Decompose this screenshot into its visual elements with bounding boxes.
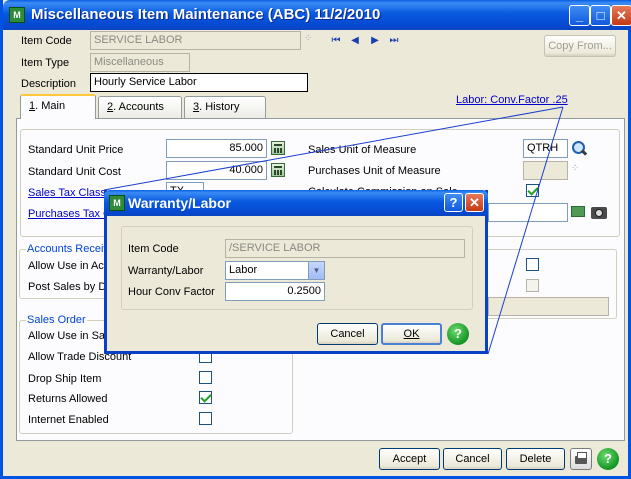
std-unit-cost-field[interactable]: 40.000 xyxy=(166,161,267,180)
tab-history-label: . History xyxy=(199,101,240,113)
option-field-disabled[interactable] xyxy=(488,297,609,316)
accept-label: Accept xyxy=(392,453,427,465)
accounts-receivable-title: Accounts Receiv xyxy=(26,243,110,255)
delete-label: Delete xyxy=(519,453,552,465)
accept-button[interactable]: Accept xyxy=(379,448,440,470)
sales-uom-field[interactable]: QTRH xyxy=(523,139,568,158)
returns-allowed-label: Returns Allowed xyxy=(28,393,108,405)
minimize-button[interactable]: _ xyxy=(569,5,590,26)
sparkle-icon: ⁘ xyxy=(304,33,313,44)
internet-enabled-label: Internet Enabled xyxy=(28,414,109,426)
allow-use-sales-label: Allow Use in Sale xyxy=(28,330,114,342)
close-button[interactable]: ✕ xyxy=(611,5,631,26)
dialog-ok-button[interactable]: OK xyxy=(381,323,442,345)
tab-main[interactable]: 1. Main xyxy=(20,94,96,119)
cancel-button[interactable]: Cancel xyxy=(443,448,502,470)
dialog-help-title-button[interactable]: ? xyxy=(444,193,463,212)
folder-icon[interactable] xyxy=(571,206,585,217)
dialog-title-bar[interactable]: M Warranty/Labor ? ✕ xyxy=(104,190,488,216)
std-unit-price-field[interactable]: 85.000 xyxy=(166,139,267,158)
dialog-help-button[interactable]: ? xyxy=(447,323,469,345)
item-code-field[interactable]: SERVICE LABOR xyxy=(90,31,301,50)
std-unit-cost-label: Standard Unit Cost xyxy=(28,166,121,178)
purchases-tax-class-link[interactable]: Purchases Tax C xyxy=(28,208,111,220)
returns-allowed-checkbox[interactable] xyxy=(199,391,212,404)
item-type-field[interactable]: Miscellaneous xyxy=(90,53,190,72)
drop-ship-label: Drop Ship Item xyxy=(28,373,102,385)
std-unit-price-label: Standard Unit Price xyxy=(28,144,124,156)
purchases-uom-field[interactable] xyxy=(523,161,568,180)
delete-button[interactable]: Delete xyxy=(506,448,565,470)
dialog-ok-label: OK xyxy=(403,328,420,340)
window-title: Miscellaneous Item Maintenance (ABC) 11/… xyxy=(31,6,381,23)
dialog-item-code-field[interactable]: /SERVICE LABOR xyxy=(225,239,465,258)
post-sales-label: Post Sales by Div xyxy=(28,281,115,293)
dialog-title: Warranty/Labor xyxy=(128,195,231,211)
calculator-icon[interactable] xyxy=(271,163,285,177)
internet-enabled-checkbox[interactable] xyxy=(199,412,212,425)
drop-ship-checkbox[interactable] xyxy=(199,371,212,384)
previous-record-icon[interactable]: ◀ xyxy=(348,35,362,47)
option-checkbox[interactable] xyxy=(526,258,539,271)
printer-icon[interactable] xyxy=(570,448,592,470)
first-record-icon[interactable]: ⏮ xyxy=(329,35,343,47)
last-record-icon[interactable]: ⏭ xyxy=(387,35,401,47)
copy-from-button[interactable]: Copy From... xyxy=(544,35,616,57)
extra-field[interactable] xyxy=(488,203,568,222)
app-icon: M xyxy=(9,7,25,23)
tab-accounts-label: . Accounts xyxy=(113,101,164,113)
lookup-icon[interactable] xyxy=(571,140,587,156)
description-field[interactable]: Hourly Service Labor xyxy=(90,73,308,92)
title-bar[interactable]: M Miscellaneous Item Maintenance (ABC) 1… xyxy=(3,0,631,30)
dialog-cancel-label: Cancel xyxy=(330,328,365,340)
sales-tax-class-link[interactable]: Sales Tax Class xyxy=(28,187,106,199)
sales-order-title: Sales Order xyxy=(26,314,87,326)
tab-main-label: . Main xyxy=(35,100,66,112)
item-type-label: Item Type xyxy=(21,57,70,69)
warranty-labor-select[interactable]: Labor ▼ xyxy=(225,261,325,280)
dialog-cancel-button[interactable]: Cancel xyxy=(317,323,378,345)
dialog-close-button[interactable]: ✕ xyxy=(465,193,484,212)
tab-accounts[interactable]: 2. Accounts xyxy=(98,96,182,118)
warranty-labor-dialog: M Warranty/Labor ? ✕ Item Code /SERVICE … xyxy=(104,190,488,354)
description-label: Description xyxy=(21,78,77,90)
chevron-down-icon[interactable]: ▼ xyxy=(308,262,324,279)
cancel-label: Cancel xyxy=(455,453,490,465)
next-record-icon[interactable]: ▶ xyxy=(368,35,382,47)
dialog-app-icon: M xyxy=(109,195,125,211)
sales-uom-label: Sales Unit of Measure xyxy=(308,144,417,156)
option-checkbox-disabled[interactable] xyxy=(526,279,539,292)
sparkle-icon: ⁘ xyxy=(571,163,580,174)
maximize-button[interactable]: □ xyxy=(590,5,611,26)
warranty-labor-value: Labor xyxy=(229,264,258,276)
calc-commission-checkbox[interactable] xyxy=(526,184,539,197)
hour-conv-factor-label: Hour Conv Factor xyxy=(128,286,215,298)
hour-conv-factor-field[interactable]: 0.2500 xyxy=(225,282,325,301)
dialog-item-code-label: Item Code xyxy=(128,243,179,255)
camera-icon[interactable] xyxy=(591,207,607,219)
purchases-uom-label: Purchases Unit of Measure xyxy=(308,165,441,177)
warranty-labor-label: Warranty/Labor xyxy=(128,265,204,277)
help-button[interactable]: ? xyxy=(597,448,619,470)
tab-history[interactable]: 3. History xyxy=(184,96,266,118)
allow-use-acc-label: Allow Use in Acc xyxy=(28,260,110,272)
tooltip-link[interactable]: Labor: Conv.Factor .25 xyxy=(456,94,568,106)
item-code-label: Item Code xyxy=(21,35,72,47)
calculator-icon[interactable] xyxy=(271,141,285,155)
